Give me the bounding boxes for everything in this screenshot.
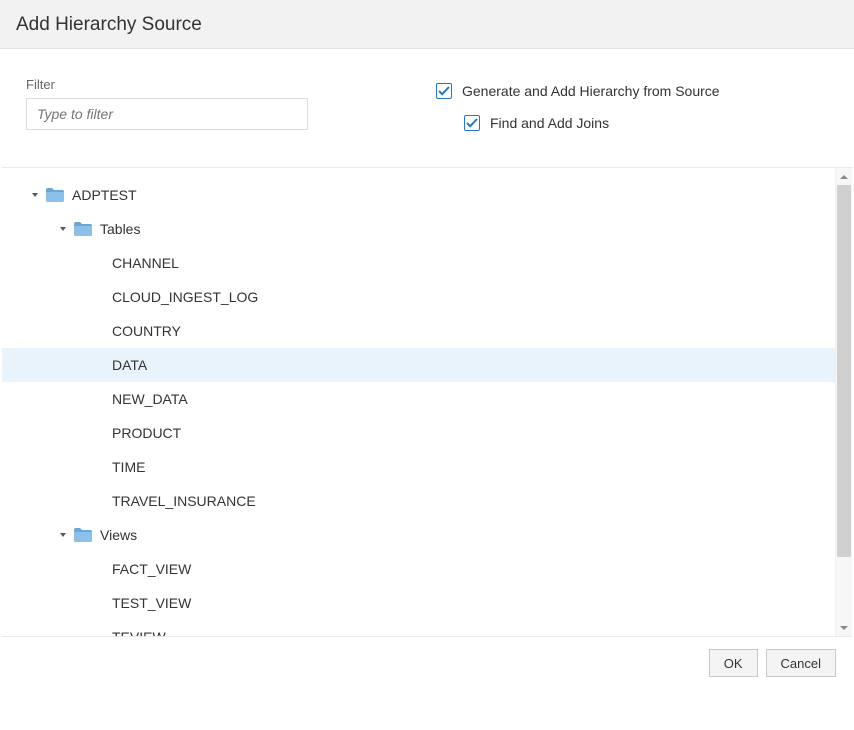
tree-table-item[interactable]: CHANNEL bbox=[2, 246, 835, 280]
tree-tables[interactable]: Tables bbox=[2, 212, 835, 246]
tree-container: ADPTEST Tables CHANNEL CLOUD_INGEST_LOG COUN… bbox=[2, 167, 852, 637]
folder-icon bbox=[74, 222, 92, 236]
tree-item-label: CLOUD_INGEST_LOG bbox=[112, 289, 258, 305]
dialog-footer: OK Cancel bbox=[0, 637, 854, 730]
tree-table-item[interactable]: TIME bbox=[2, 450, 835, 484]
tree-item-label: NEW_DATA bbox=[112, 391, 188, 407]
dialog-header: Add Hierarchy Source bbox=[0, 0, 854, 49]
find-joins-checkbox-row[interactable]: Find and Add Joins bbox=[464, 115, 828, 131]
expand-icon[interactable] bbox=[56, 528, 70, 542]
checkmark-icon bbox=[464, 115, 480, 131]
tree-item-label: TEST_VIEW bbox=[112, 595, 191, 611]
folder-icon bbox=[46, 188, 64, 202]
generate-hierarchy-label: Generate and Add Hierarchy from Source bbox=[462, 83, 720, 99]
scroll-down-icon[interactable] bbox=[836, 619, 852, 636]
generate-hierarchy-checkbox-row[interactable]: Generate and Add Hierarchy from Source bbox=[436, 83, 828, 99]
tree-root[interactable]: ADPTEST bbox=[2, 178, 835, 212]
scrollbar[interactable] bbox=[835, 168, 852, 636]
tree-item-label: TEVIEW bbox=[112, 629, 166, 636]
source-tree[interactable]: ADPTEST Tables CHANNEL CLOUD_INGEST_LOG COUN… bbox=[2, 168, 835, 636]
tree-item-label: CHANNEL bbox=[112, 255, 179, 271]
dialog-title: Add Hierarchy Source bbox=[16, 14, 838, 36]
tree-table-item[interactable]: CLOUD_INGEST_LOG bbox=[2, 280, 835, 314]
tree-item-label: FACT_VIEW bbox=[112, 561, 191, 577]
filter-input[interactable] bbox=[26, 98, 308, 130]
tree-table-item[interactable]: COUNTRY bbox=[2, 314, 835, 348]
tree-views[interactable]: Views bbox=[2, 518, 835, 552]
tree-table-item[interactable]: PRODUCT bbox=[2, 416, 835, 450]
cancel-button[interactable]: Cancel bbox=[766, 649, 836, 677]
tree-item-label: ADPTEST bbox=[72, 187, 137, 203]
expand-icon[interactable] bbox=[56, 222, 70, 236]
ok-button[interactable]: OK bbox=[709, 649, 758, 677]
tree-item-label: PRODUCT bbox=[112, 425, 181, 441]
tree-table-item[interactable]: DATA bbox=[2, 348, 835, 382]
filter-label: Filter bbox=[26, 77, 436, 92]
tree-item-label: TRAVEL_INSURANCE bbox=[112, 493, 256, 509]
expand-icon[interactable] bbox=[28, 188, 42, 202]
tree-item-label: COUNTRY bbox=[112, 323, 181, 339]
folder-icon bbox=[74, 528, 92, 542]
tree-item-label: Tables bbox=[100, 221, 140, 237]
tree-table-item[interactable]: TRAVEL_INSURANCE bbox=[2, 484, 835, 518]
filter-section: Filter Generate and Add Hierarchy from S… bbox=[0, 49, 854, 157]
tree-view-item[interactable]: TEVIEW bbox=[2, 620, 835, 636]
tree-item-label: DATA bbox=[112, 357, 147, 373]
find-joins-label: Find and Add Joins bbox=[490, 115, 609, 131]
checkmark-icon bbox=[436, 83, 452, 99]
scroll-up-icon[interactable] bbox=[836, 168, 852, 185]
scroll-thumb[interactable] bbox=[837, 185, 851, 557]
tree-view-item[interactable]: FACT_VIEW bbox=[2, 552, 835, 586]
tree-item-label: Views bbox=[100, 527, 137, 543]
tree-table-item[interactable]: NEW_DATA bbox=[2, 382, 835, 416]
tree-view-item[interactable]: TEST_VIEW bbox=[2, 586, 835, 620]
tree-item-label: TIME bbox=[112, 459, 145, 475]
